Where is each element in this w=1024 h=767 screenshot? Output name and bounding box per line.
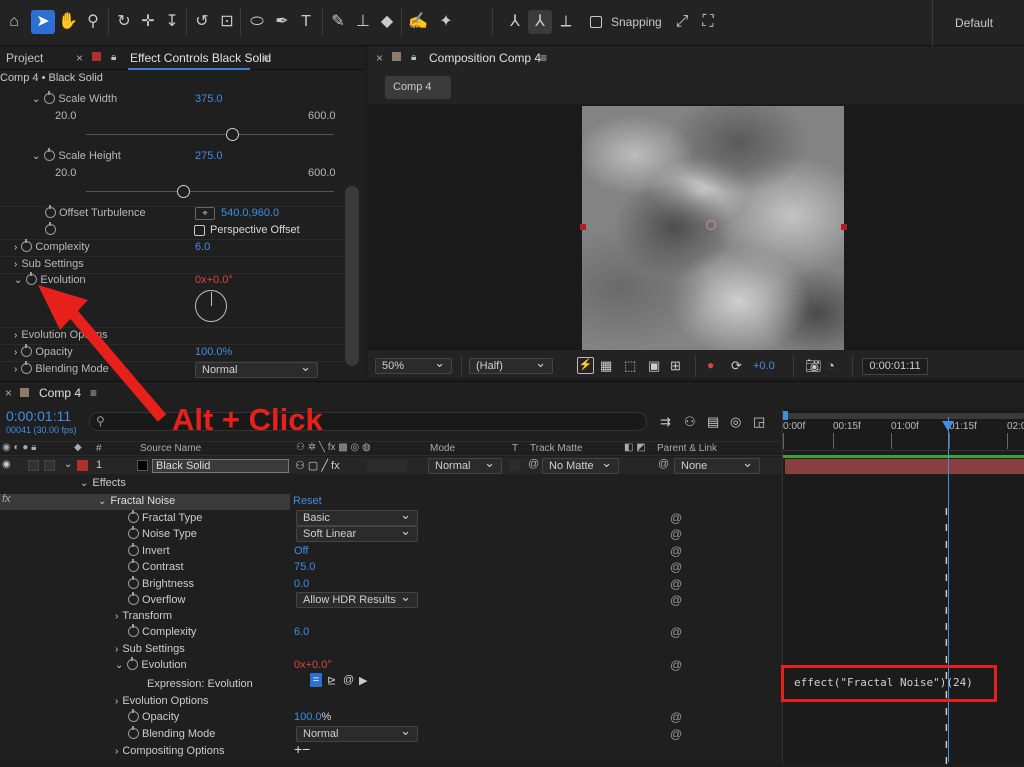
annotation-arrow <box>38 285 167 422</box>
annotation-text: Alt + Click <box>172 402 323 437</box>
